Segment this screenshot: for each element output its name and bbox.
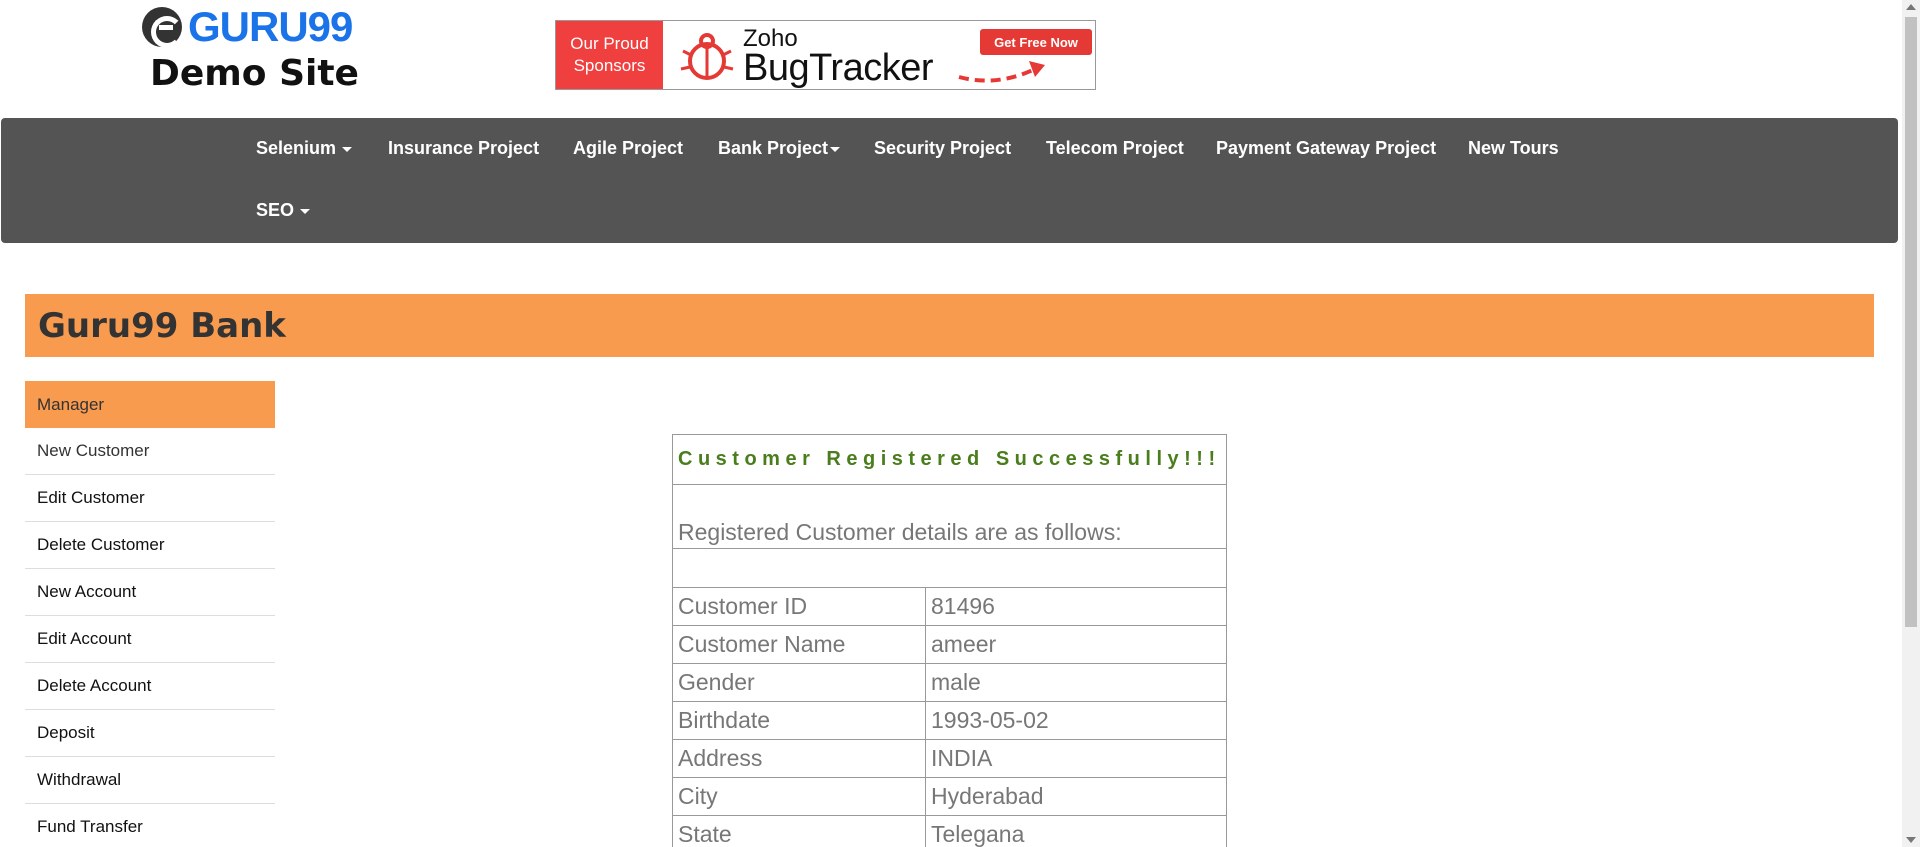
nav-item-selenium[interactable]: Selenium	[256, 138, 353, 159]
sidebar-item-new-customer[interactable]: New Customer	[25, 428, 275, 475]
scroll-up-arrow-icon[interactable]	[1906, 4, 1916, 10]
field-label: City	[672, 777, 926, 816]
field-label: State	[672, 815, 926, 847]
success-message: Customer Registered Successfully!!!	[672, 434, 1227, 485]
nav-item-insurance-project[interactable]: Insurance Project	[388, 138, 539, 159]
table-row: Birthdate 1993-05-02	[672, 701, 1227, 740]
table-row: Address INDIA	[672, 739, 1227, 778]
sidebar-item-deposit[interactable]: Deposit	[25, 710, 275, 757]
caret-down-icon	[342, 146, 353, 152]
bank-header: Guru99 Bank	[25, 294, 1874, 357]
sidebar-item-delete-account[interactable]: Delete Account	[25, 663, 275, 710]
nav-item-seo[interactable]: SEO	[256, 200, 311, 221]
field-value: 1993-05-02	[925, 701, 1227, 740]
sidebar-item-new-account[interactable]: New Account	[25, 569, 275, 616]
site-logo[interactable]: GURU99 Demo Site	[142, 3, 362, 100]
banner-product: BugTracker	[743, 47, 934, 89]
table-row: State Telegana	[672, 815, 1227, 847]
scroll-down-arrow-icon[interactable]	[1906, 837, 1916, 843]
details-subheading: Registered Customer details are as follo…	[672, 484, 1227, 549]
field-value: INDIA	[925, 739, 1227, 778]
table-row: Customer Name ameer	[672, 625, 1227, 664]
nav-item-security-project[interactable]: Security Project	[874, 138, 1011, 159]
bug-icon	[680, 33, 734, 80]
field-label: Birthdate	[672, 701, 926, 740]
field-label: Gender	[672, 663, 926, 702]
field-value: ameer	[925, 625, 1227, 664]
main-nav: Selenium Insurance Project Agile Project…	[1, 118, 1898, 243]
get-free-now-button[interactable]: Get Free Now	[980, 29, 1092, 55]
page-title: Guru99 Bank	[38, 306, 286, 346]
page-scrollbar[interactable]	[1902, 0, 1920, 847]
field-value: Hyderabad	[925, 777, 1227, 816]
sidebar-menu: Manager New Customer Edit Customer Delet…	[25, 381, 275, 847]
nav-item-bank-project[interactable]: Bank Project	[718, 138, 841, 159]
sidebar-item-withdrawal[interactable]: Withdrawal	[25, 757, 275, 804]
sidebar-item-delete-customer[interactable]: Delete Customer	[25, 522, 275, 569]
arrow-icon	[958, 61, 1045, 83]
sidebar-item-manager[interactable]: Manager	[25, 381, 275, 428]
field-value: 81496	[925, 587, 1227, 626]
scrollbar-thumb[interactable]	[1905, 17, 1917, 627]
guru99-logo-icon	[142, 7, 183, 48]
sponsor-banner[interactable]: Our Proud Sponsors Zoho BugTracker Get F…	[555, 20, 1096, 90]
sidebar-item-edit-customer[interactable]: Edit Customer	[25, 475, 275, 522]
banner-sponsor-label: Our Proud Sponsors	[556, 21, 663, 89]
nav-item-new-tours[interactable]: New Tours	[1468, 138, 1559, 159]
logo-text: GURU99	[188, 3, 353, 50]
table-row: Customer ID 81496	[672, 587, 1227, 626]
table-row: City Hyderabad	[672, 777, 1227, 816]
field-label: Customer ID	[672, 587, 926, 626]
empty-row	[672, 548, 1227, 588]
sidebar-item-edit-account[interactable]: Edit Account	[25, 616, 275, 663]
customer-details-table: Customer Registered Successfully!!! Regi…	[672, 434, 1227, 847]
site-subtitle: Demo Site	[150, 53, 359, 94]
caret-down-icon	[830, 146, 841, 152]
sidebar-item-fund-transfer[interactable]: Fund Transfer	[25, 804, 275, 847]
field-label: Address	[672, 739, 926, 778]
table-row: Gender male	[672, 663, 1227, 702]
nav-item-agile-project[interactable]: Agile Project	[573, 138, 683, 159]
field-value: male	[925, 663, 1227, 702]
caret-down-icon	[300, 208, 311, 214]
field-label: Customer Name	[672, 625, 926, 664]
nav-item-payment-gateway-project[interactable]: Payment Gateway Project	[1216, 138, 1436, 159]
field-value: Telegana	[925, 815, 1227, 847]
nav-item-telecom-project[interactable]: Telecom Project	[1046, 138, 1184, 159]
